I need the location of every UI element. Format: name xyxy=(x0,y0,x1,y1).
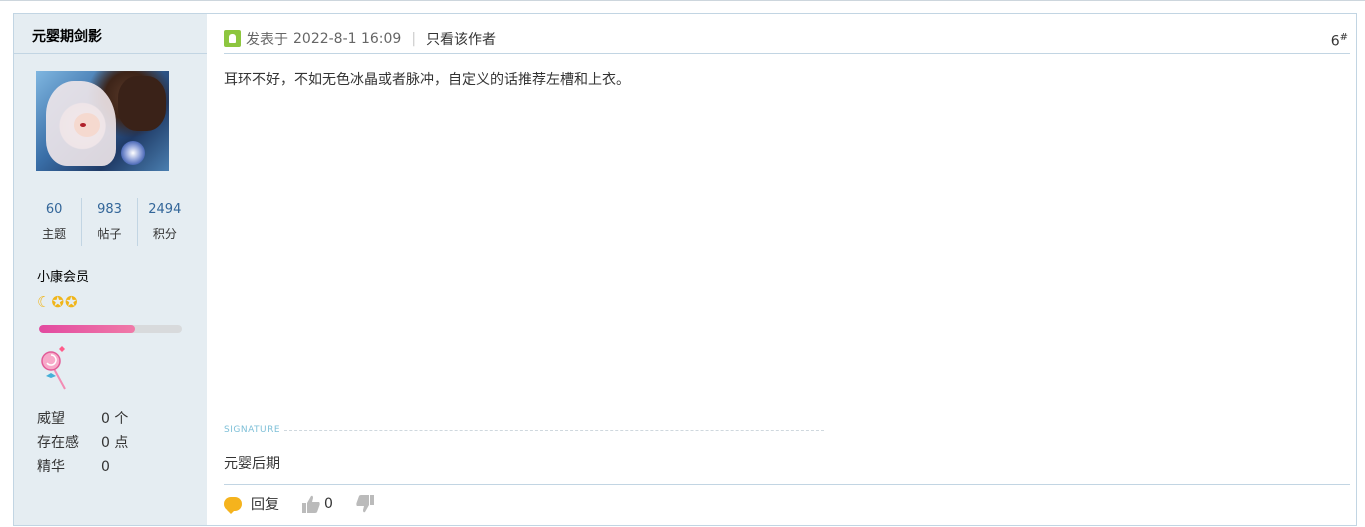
stat-posts[interactable]: 983 帖子 xyxy=(81,198,136,246)
stat-points-label: 积分 xyxy=(152,227,177,241)
posted-prefix: 发表于 xyxy=(246,31,288,48)
post-content: 耳环不好，不如无色冰晶或者脉冲，自定义的话推荐左槽和上衣。 xyxy=(224,72,630,88)
user-rank[interactable]: 小康会员 xyxy=(37,266,89,285)
posted-time: 2022-8-1 16:09 xyxy=(293,30,402,47)
author-only-link[interactable]: 只看该作者 xyxy=(426,29,496,49)
post-main: 发表于 2022-8-1 16:09 | 只看该作者 6# 耳环不好，不如无色冰… xyxy=(207,14,1356,525)
floor-number-value: 6 xyxy=(1330,33,1340,50)
post-actions: 回复 0 xyxy=(224,494,375,514)
info-prestige-value: 0 个 xyxy=(101,411,129,427)
signature-label: SIGNATURE xyxy=(224,425,281,435)
floor-number[interactable]: 6# xyxy=(1331,32,1348,50)
user-info: 威望 0 个 存在感 0 点 精华 0 xyxy=(37,407,128,479)
forum-post: 元婴期剑影 60 主题 983 帖子 2494 积分 小康会员 ☾ ✪ ✪ 威望… xyxy=(13,13,1357,526)
stat-posts-label: 帖子 xyxy=(97,227,122,241)
signature-divider: SIGNATURE xyxy=(224,425,824,435)
avatar-eye-shape xyxy=(80,123,86,127)
lollipop-medal-icon[interactable] xyxy=(39,343,67,391)
info-presence: 存在感 0 点 xyxy=(37,431,128,455)
avatar-demon-shape xyxy=(118,76,166,131)
signature-text: 元婴后期 xyxy=(224,456,280,472)
signature-dots xyxy=(284,429,824,431)
info-digest: 精华 0 xyxy=(37,455,128,479)
user-online-icon xyxy=(224,30,241,47)
stat-points-value: 2494 xyxy=(148,202,182,217)
avatar-glow-shape xyxy=(121,141,145,165)
star-icon: ✪ xyxy=(51,293,65,311)
post-footer: 回复 0 xyxy=(224,484,1350,523)
stat-topics-value: 60 xyxy=(45,202,63,217)
info-digest-key: 精华 xyxy=(37,459,65,475)
info-presence-key: 存在感 xyxy=(37,435,79,451)
avatar-face-shape xyxy=(74,113,100,137)
stat-points[interactable]: 2494 积分 xyxy=(136,198,192,246)
exp-progress-fill xyxy=(39,325,135,333)
stat-topics-label: 主题 xyxy=(42,227,67,241)
stat-posts-value: 983 xyxy=(97,202,122,217)
user-sidebar: 元婴期剑影 60 主题 983 帖子 2494 积分 小康会员 ☾ ✪ ✪ 威望… xyxy=(14,14,207,525)
rank-stars: ☾ ✪ ✪ xyxy=(37,293,78,311)
header-separator: | xyxy=(411,30,417,47)
like-count: 0 xyxy=(324,496,333,512)
username-link[interactable]: 元婴期剑影 xyxy=(14,14,207,54)
exp-progress-bar xyxy=(39,325,182,333)
thumbs-up-icon[interactable] xyxy=(301,494,321,514)
avatar[interactable] xyxy=(36,71,169,171)
floor-suffix: # xyxy=(1339,32,1348,43)
post-header: 发表于 2022-8-1 16:09 | 只看该作者 xyxy=(224,24,1350,54)
info-prestige-key: 威望 xyxy=(37,411,65,427)
reply-button[interactable]: 回复 xyxy=(251,494,279,514)
info-prestige: 威望 0 个 xyxy=(37,407,128,431)
top-divider xyxy=(0,0,1365,1)
thumbs-down-icon[interactable] xyxy=(355,494,375,514)
info-digest-value: 0 xyxy=(101,459,110,475)
moon-icon: ☾ xyxy=(37,293,51,311)
stat-topics[interactable]: 60 主题 xyxy=(27,198,81,246)
user-stats: 60 主题 983 帖子 2494 积分 xyxy=(27,198,192,246)
star-icon: ✪ xyxy=(65,293,78,311)
info-presence-value: 0 点 xyxy=(101,435,129,451)
reply-icon[interactable] xyxy=(224,497,242,514)
